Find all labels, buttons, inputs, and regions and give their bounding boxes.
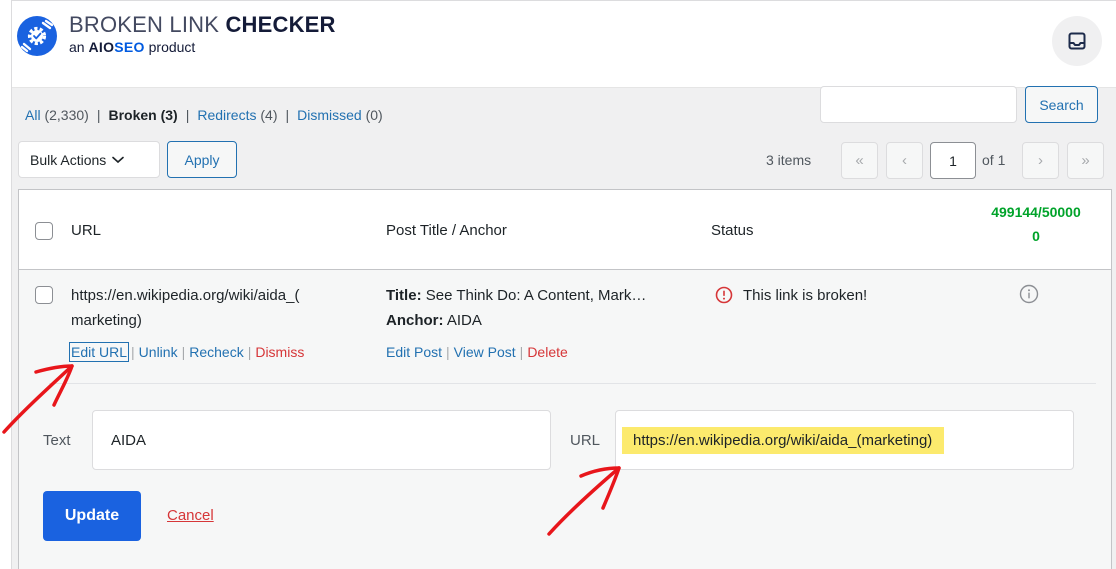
row-divider [49,383,1096,384]
prev-page-button[interactable]: ‹ [886,142,923,179]
inbox-icon [1068,32,1086,50]
cancel-link[interactable]: Cancel [167,507,214,524]
plugin-header: BROKEN LINK CHECKER an AIOSEO product [12,1,1116,88]
chevron-down-icon [112,156,125,163]
quota-line-1: 499144/50000 [991,204,1081,220]
alert-circle-icon [715,286,733,304]
table-row: https://en.wikipedia.org/wiki/aida_( mar… [19,270,1111,569]
next-page-button[interactable]: › [1022,142,1059,179]
last-page-button[interactable]: » [1067,142,1104,179]
link-url-line-2: marketing) [71,312,142,329]
bulk-actions-select[interactable]: Bulk Actions [18,141,160,178]
apply-button[interactable]: Apply [167,141,237,178]
link-status: This link is broken! [715,286,867,304]
filter-broken[interactable]: Broken (3) [108,107,177,123]
filter-all[interactable]: All (2,330) [25,107,89,123]
post-anchor-value: AIDA [443,312,482,329]
edit-post-link[interactable]: Edit Post [386,344,442,360]
post-anchor-label: Anchor: [386,312,444,329]
link-url: https://en.wikipedia.org/wiki/aida_( mar… [71,283,299,333]
post-title-label: Title: [386,287,422,304]
brand-sub-prefix: an [69,39,89,55]
table-header: URL Post Title / Anchor Status 499144/50… [19,190,1111,270]
plugin-page: BROKEN LINK CHECKER an AIOSEO product Al… [11,0,1116,569]
status-filter-links: All (2,330) | Broken (3) | Redirects (4) | Dis… [25,107,383,123]
filter-separator: | [185,107,190,123]
first-page-button[interactable]: « [841,142,878,179]
filter-dismissed-count: (0) [365,107,383,123]
broken-link-gear-icon [17,16,57,56]
bulk-actions-selected: Bulk Actions [30,151,107,168]
row-checkbox[interactable] [35,286,53,304]
filter-dismissed-label: Dismissed [297,107,362,123]
recheck-link[interactable]: Recheck [189,344,243,360]
edit-url-link[interactable]: Edit URL [68,342,130,362]
dismiss-link[interactable]: Dismiss [255,344,304,360]
brand-subtitle: an AIOSEO product [69,38,336,56]
current-page-input[interactable]: 1 [930,142,976,179]
filter-separator: | [285,107,290,123]
search-input[interactable] [820,86,1017,123]
link-text-value: AIDA [111,431,147,449]
filter-broken-label: Broken [108,107,157,123]
filter-separator: | [96,107,101,123]
items-count: 3 items [766,152,812,168]
check-quota: 499144/50000 0 [971,200,1101,248]
filter-all-count: (2,330) [44,107,89,123]
filter-redirects[interactable]: Redirects (4) [197,107,277,123]
url-field-label: URL [570,432,601,449]
column-url[interactable]: URL [71,222,101,239]
brand-sub-seo: SEO [114,39,145,55]
post-row-actions: Edit Post | View Post | Delete [386,344,568,360]
delete-link[interactable]: Delete [527,344,567,360]
post-anchor: Anchor: AIDA [386,308,646,333]
url-row-actions: Edit URL | Unlink | Recheck | Dismiss [68,342,305,362]
status-text: This link is broken! [743,286,868,304]
quota-line-2: 0 [1032,228,1040,244]
brand-title-light: BROKEN LINK [69,12,226,37]
search-button[interactable]: Search [1025,86,1098,123]
post-info: Title: See Think Do: A Content, Mark… An… [386,283,646,333]
link-url-value-highlighted: https://en.wikipedia.org/wiki/aida_(mark… [622,426,945,454]
filter-broken-count: (3) [160,107,178,123]
update-button[interactable]: Update [43,491,141,541]
filter-redirects-label: Redirects [197,107,257,123]
brand: BROKEN LINK CHECKER an AIOSEO product [69,13,336,56]
text-field-label: Text [43,432,71,449]
brand-title-bold: CHECKER [225,12,336,37]
post-title: Title: See Think Do: A Content, Mark… [386,283,646,308]
post-title-value: See Think Do: A Content, Mark… [421,287,647,304]
column-status[interactable]: Status [711,222,754,239]
link-url-input[interactable]: https://en.wikipedia.org/wiki/aida_(mark… [615,410,1074,470]
filter-all-label: All [25,107,41,123]
info-circle-icon[interactable] [1019,284,1039,304]
brand-sub-suffix: product [144,39,196,55]
filter-redirects-count: (4) [260,107,278,123]
link-url-line-1: https://en.wikipedia.org/wiki/aida_( [71,287,300,304]
brand-title: BROKEN LINK CHECKER [69,13,336,37]
unlink-link[interactable]: Unlink [139,344,178,360]
column-post-title[interactable]: Post Title / Anchor [386,222,507,239]
notifications-button[interactable] [1052,16,1102,66]
link-text-input[interactable]: AIDA [92,410,551,470]
filter-dismissed[interactable]: Dismissed (0) [297,107,383,123]
links-table: URL Post Title / Anchor Status 499144/50… [18,189,1112,569]
select-all-checkbox[interactable] [35,222,53,240]
brand-sub-aio: AIO [88,39,115,55]
view-post-link[interactable]: View Post [454,344,516,360]
total-pages: of 1 [982,152,1006,168]
